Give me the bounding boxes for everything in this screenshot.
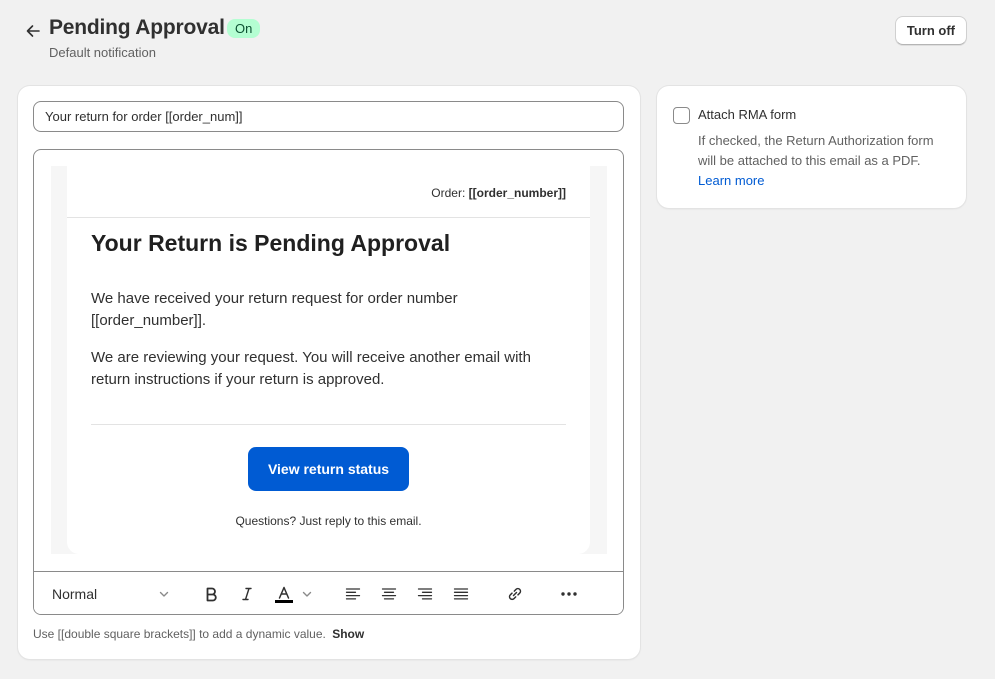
view-return-status-button[interactable]: View return status bbox=[248, 447, 409, 491]
notification-editor-card: Order: [[order_number]] Your Return is P… bbox=[18, 86, 640, 659]
text-format-select[interactable]: Normal bbox=[52, 572, 172, 614]
turn-off-button[interactable]: Turn off bbox=[894, 16, 967, 45]
align-center-icon bbox=[381, 588, 397, 600]
align-center-button[interactable] bbox=[377, 572, 401, 614]
dynamic-value-help: Use [[double square brackets]] to add a … bbox=[33, 627, 364, 641]
chevron-down-icon bbox=[302, 591, 312, 597]
chevron-down-icon bbox=[159, 591, 169, 597]
text-color-button[interactable] bbox=[271, 572, 317, 614]
email-paragraph-2: We are reviewing your request. You will … bbox=[91, 349, 531, 388]
text-color-icon bbox=[275, 586, 293, 603]
help-text: Use [[double square brackets]] to add a … bbox=[33, 627, 326, 641]
show-link[interactable]: Show bbox=[332, 627, 364, 641]
arrow-left-icon bbox=[26, 25, 40, 37]
status-badge: On bbox=[227, 19, 261, 38]
order-token: [[order_number]] bbox=[468, 186, 566, 200]
subject-input[interactable] bbox=[33, 101, 624, 132]
email-divider-top bbox=[67, 217, 590, 218]
more-options-button[interactable] bbox=[557, 572, 581, 614]
editor-toolbar: Normal bbox=[34, 571, 623, 614]
order-label: Order: bbox=[431, 186, 466, 200]
align-justify-button[interactable] bbox=[449, 572, 473, 614]
page-subtitle: Default notification bbox=[49, 45, 156, 60]
email-paragraph-1: We have received your return request for… bbox=[91, 290, 458, 329]
attach-rma-label[interactable]: Attach RMA form bbox=[698, 107, 796, 122]
text-format-value: Normal bbox=[52, 586, 98, 602]
more-icon bbox=[561, 592, 577, 596]
email-divider-middle bbox=[91, 424, 566, 425]
page-title: Pending Approval bbox=[49, 16, 225, 39]
attach-rma-help: If checked, the Return Authorization for… bbox=[698, 131, 948, 191]
italic-button[interactable] bbox=[235, 572, 259, 614]
attachment-settings-card: Attach RMA form If checked, the Return A… bbox=[657, 86, 966, 208]
rich-text-editor[interactable]: Order: [[order_number]] Your Return is P… bbox=[33, 149, 624, 615]
email-heading: Your Return is Pending Approval bbox=[91, 230, 451, 256]
attach-rma-checkbox[interactable] bbox=[673, 107, 690, 124]
back-button[interactable] bbox=[22, 20, 44, 42]
learn-more-link[interactable]: Learn more bbox=[698, 173, 764, 188]
italic-icon bbox=[242, 587, 252, 601]
link-icon bbox=[508, 587, 522, 601]
align-left-button[interactable] bbox=[341, 572, 365, 614]
bold-button[interactable] bbox=[199, 572, 223, 614]
align-left-icon bbox=[345, 588, 361, 600]
order-number-line: Order: [[order_number]] bbox=[431, 186, 566, 200]
insert-link-button[interactable] bbox=[503, 572, 527, 614]
email-footer: Questions? Just reply to this email. bbox=[235, 514, 422, 528]
bold-icon bbox=[206, 587, 217, 602]
align-right-button[interactable] bbox=[413, 572, 437, 614]
page-header: Pending Approval On Default notification… bbox=[20, 14, 970, 64]
email-preview-card: Order: [[order_number]] Your Return is P… bbox=[67, 166, 590, 554]
email-preview: Order: [[order_number]] Your Return is P… bbox=[51, 166, 607, 554]
align-justify-icon bbox=[453, 588, 469, 600]
attach-rma-help-text: If checked, the Return Authorization for… bbox=[698, 133, 934, 168]
align-right-icon bbox=[417, 588, 433, 600]
